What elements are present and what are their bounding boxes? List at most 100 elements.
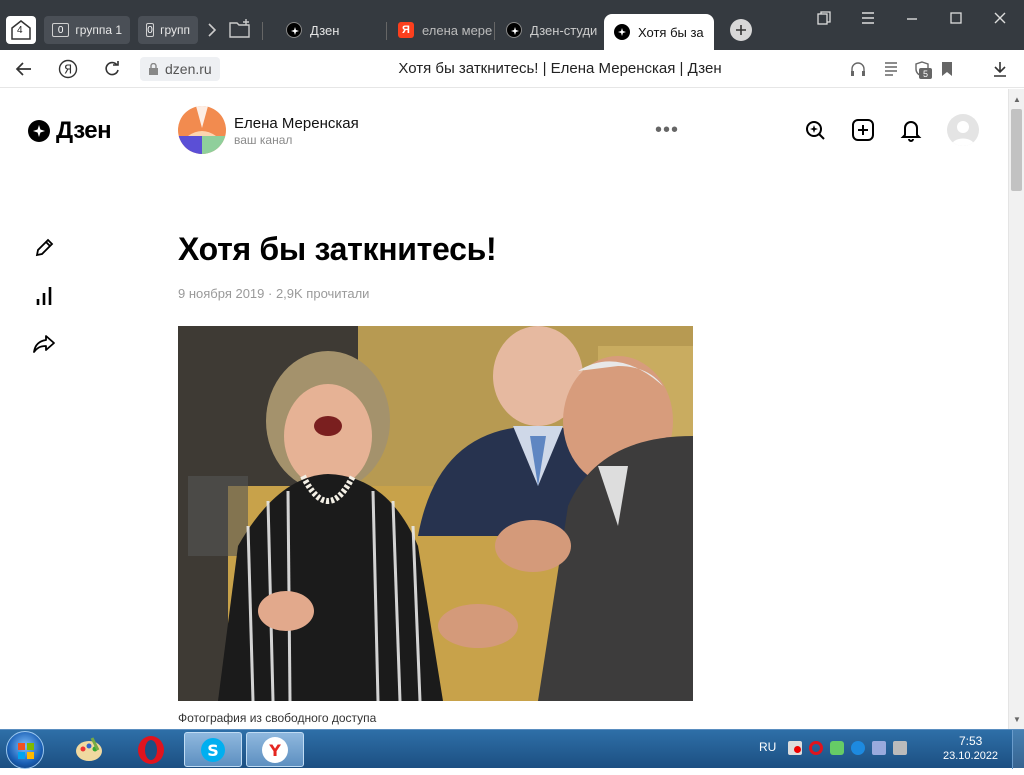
scroll-up-icon[interactable]: ▲ — [1009, 91, 1024, 107]
url-text: dzen.ru — [165, 61, 212, 77]
bookmark-icon[interactable] — [936, 58, 958, 80]
stats-button[interactable] — [31, 283, 57, 309]
article-title: Хотя бы заткнитесь! — [178, 231, 496, 268]
tab-label: Дзен — [310, 23, 339, 38]
tab-yandex-search[interactable]: Я елена мере — [388, 14, 492, 46]
zen-icon — [506, 22, 522, 38]
windows-taskbar: S Y RU 7:53 23.10.2022 — [0, 729, 1024, 768]
pencil-icon — [33, 237, 55, 259]
language-indicator[interactable]: RU — [759, 740, 776, 754]
group-count: 0 — [52, 23, 69, 37]
tab-label: Дзен-студи — [530, 23, 597, 38]
plus-square-icon — [851, 118, 875, 142]
page-content: Дзен Елена Меренская ваш канал ••• Хотя … — [0, 89, 1008, 729]
yandex-browser-icon: Y — [260, 735, 290, 765]
menu-icon[interactable] — [857, 8, 879, 28]
tab-divider — [262, 22, 263, 40]
network-tray-icon[interactable] — [872, 741, 886, 755]
article-photo — [178, 326, 693, 701]
yandex-browser-app-button[interactable]: Y — [246, 732, 304, 767]
lock-icon — [148, 63, 159, 76]
tab-group-1[interactable]: 0 группа 1 — [44, 16, 130, 44]
reader-mode-icon[interactable] — [880, 58, 902, 80]
chevron-right-icon[interactable] — [204, 20, 220, 40]
headphones-icon[interactable] — [847, 58, 869, 80]
teamviewer-tray-icon[interactable] — [851, 741, 865, 755]
close-window-icon[interactable] — [989, 8, 1011, 28]
start-button[interactable] — [6, 731, 44, 769]
new-folder-icon[interactable] — [228, 18, 252, 40]
notifications-button[interactable] — [898, 117, 924, 143]
user-icon — [947, 114, 979, 146]
collections-icon[interactable] — [813, 8, 835, 28]
messenger-tray-icon[interactable] — [830, 741, 844, 755]
channel-name[interactable]: Елена Меренская — [234, 115, 359, 132]
search-button[interactable] — [802, 117, 828, 143]
skype-app-button[interactable]: S — [184, 732, 242, 767]
create-post-button[interactable] — [850, 117, 876, 143]
palette-icon — [74, 736, 104, 764]
opera-tray-icon[interactable] — [809, 741, 823, 755]
scroll-down-icon[interactable]: ▼ — [1009, 711, 1024, 727]
dzen-logo-icon — [28, 120, 50, 142]
search-icon — [804, 119, 826, 141]
clock-time[interactable]: 7:53 — [959, 734, 982, 748]
reload-button[interactable] — [101, 58, 123, 80]
security-tray-icon[interactable] — [893, 741, 907, 755]
tab-group-2[interactable]: 0 групп — [138, 16, 198, 44]
skype-icon: S — [198, 735, 228, 765]
share-button[interactable] — [31, 331, 57, 357]
group-count: 0 — [146, 23, 154, 37]
yandex-letter-icon: Я — [58, 59, 78, 79]
tab-active-article[interactable]: Хотя бы за ✕ — [604, 14, 714, 50]
protect-badge: 5 — [919, 68, 932, 79]
opera-app-button[interactable] — [122, 732, 180, 767]
back-button[interactable] — [13, 58, 35, 80]
tray-icons — [788, 741, 907, 755]
address-bar: Я dzen.ru Хотя бы заткнитесь! | Елена Ме… — [0, 50, 1024, 88]
yandex-icon: Я — [398, 22, 414, 38]
page-scrollbar[interactable]: ▲ ▼ — [1008, 89, 1024, 729]
tab-dzen[interactable]: Дзен — [276, 14, 386, 46]
volume-muted-icon[interactable] — [788, 741, 802, 755]
svg-text:Y: Y — [268, 741, 281, 760]
scroll-thumb[interactable] — [1011, 109, 1022, 191]
tab-divider — [386, 22, 387, 40]
channel-avatar[interactable] — [178, 106, 226, 154]
photo-caption: Фотография из свободного доступа — [178, 711, 376, 725]
tab-groups-button[interactable]: 4 — [6, 16, 36, 44]
tab-divider — [494, 22, 495, 40]
windows-logo-icon — [7, 732, 45, 770]
group-label: групп — [160, 23, 190, 37]
tab-label: Хотя бы за — [638, 25, 704, 40]
tab-dzen-studio[interactable]: Дзен-студи — [496, 14, 602, 46]
download-icon[interactable] — [989, 58, 1011, 80]
paint-app-button[interactable] — [60, 732, 118, 767]
new-tab-button[interactable] — [730, 19, 752, 41]
protect-icon[interactable]: 5 — [911, 58, 933, 80]
maximize-icon[interactable] — [945, 8, 967, 28]
more-options-button[interactable]: ••• — [655, 119, 679, 142]
zen-icon — [286, 22, 302, 38]
arrow-left-icon — [15, 60, 33, 78]
minimize-icon[interactable] — [901, 8, 923, 28]
page-title-bar: Хотя бы заткнитесь! | Елена Меренская | … — [300, 60, 820, 77]
edit-button[interactable] — [31, 235, 57, 261]
plus-icon — [735, 24, 747, 36]
reload-icon — [103, 60, 121, 78]
tab-label: елена мере — [422, 23, 492, 38]
dzen-brand-link[interactable]: Дзен — [28, 117, 111, 145]
svg-text:Я: Я — [64, 63, 72, 77]
user-avatar[interactable] — [947, 114, 979, 146]
show-desktop-button[interactable] — [1012, 730, 1024, 769]
tab-groups-count: 4 — [17, 25, 23, 36]
bar-chart-icon — [33, 285, 55, 307]
url-field[interactable]: dzen.ru — [140, 57, 220, 81]
clock-date[interactable]: 23.10.2022 — [943, 750, 998, 762]
svg-text:S: S — [207, 741, 219, 760]
bell-icon — [900, 118, 922, 142]
group-label: группа 1 — [75, 23, 122, 37]
yandex-button[interactable]: Я — [57, 58, 79, 80]
zen-icon — [614, 24, 630, 40]
brand-name: Дзен — [56, 117, 111, 145]
